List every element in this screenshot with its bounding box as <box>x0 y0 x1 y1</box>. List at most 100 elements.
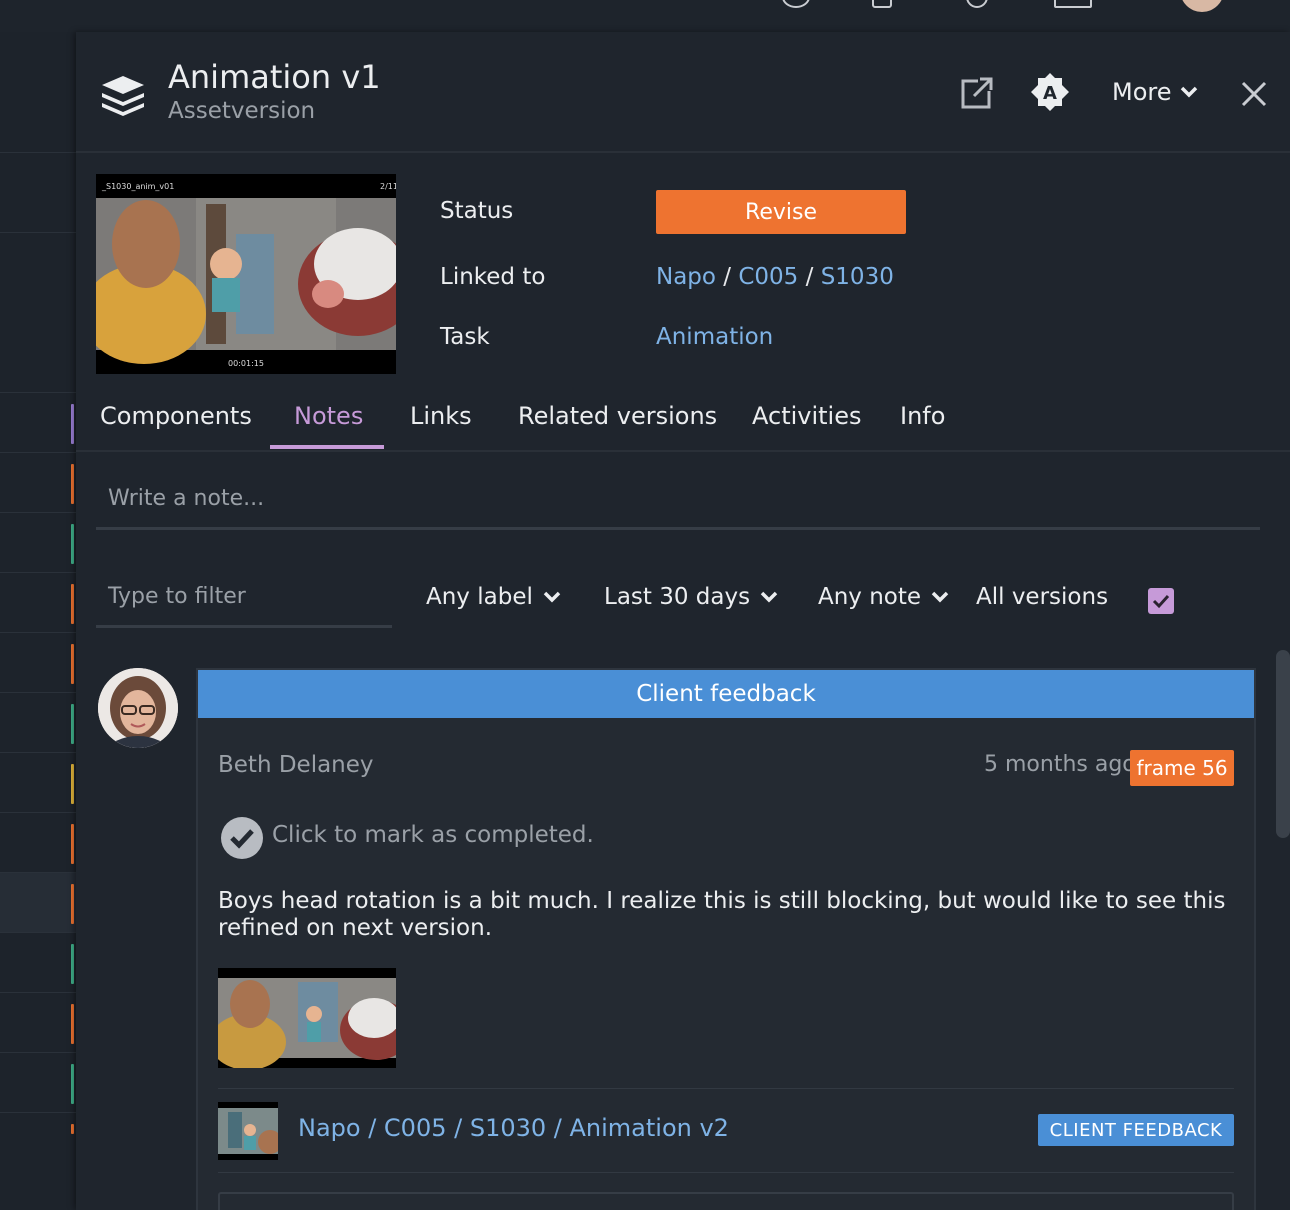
status-button[interactable]: Revise <box>656 190 906 234</box>
tab-activities[interactable]: Activities <box>752 402 862 430</box>
path-separator: / <box>723 264 732 290</box>
frame-badge[interactable]: frame 56 <box>1130 750 1234 786</box>
status-stripe <box>71 404 74 444</box>
scrollbar-thumb[interactable] <box>1276 650 1290 838</box>
divider <box>218 1088 1234 1089</box>
list-row <box>0 152 76 153</box>
path-separator: / <box>805 264 814 290</box>
close-icon[interactable] <box>1240 80 1268 108</box>
check-circle-icon[interactable] <box>220 816 264 860</box>
search-icon[interactable] <box>966 0 988 8</box>
author-avatar <box>98 668 178 748</box>
linked-version-thumbnail[interactable] <box>218 1102 278 1160</box>
open-external-icon[interactable] <box>960 76 994 110</box>
linked-to-path: Napo / C005 / S1030 <box>656 264 894 290</box>
mark-completed-text[interactable]: Click to mark as completed. <box>272 822 594 848</box>
list-row <box>0 512 76 513</box>
date-filter-dropdown[interactable]: Last 30 days <box>604 584 778 610</box>
note-author: Beth Delaney <box>218 752 374 778</box>
note-filter-dropdown[interactable]: Any note <box>818 584 949 610</box>
tab-bar: Components Notes Links Related versions … <box>76 392 1290 452</box>
note-card: Client feedback Beth Delaney 5 months ag… <box>196 668 1256 1210</box>
note-body: Boys head rotation is a bit much. I real… <box>218 888 1226 941</box>
label-filter-dropdown[interactable]: Any label <box>426 584 561 610</box>
note-time: 5 months ago <box>984 752 1136 777</box>
note-category-header: Client feedback <box>198 670 1254 718</box>
all-versions-checkbox[interactable] <box>1148 588 1174 614</box>
page-title: Animation v1 <box>168 58 381 96</box>
status-stripe <box>71 704 74 744</box>
list-row <box>0 932 76 933</box>
status-stripe <box>71 824 74 864</box>
list-row <box>0 232 76 233</box>
linked-to-label: Linked to <box>440 264 546 290</box>
chevron-down-icon <box>760 591 778 603</box>
reply-input[interactable] <box>218 1192 1234 1210</box>
all-versions-label: All versions <box>976 584 1109 610</box>
background-list <box>0 32 76 1210</box>
more-label: More <box>1112 78 1172 106</box>
list-row <box>0 752 76 753</box>
client-feedback-badge: CLIENT FEEDBACK <box>1038 1114 1234 1146</box>
version-thumbnail[interactable]: _S1030_anim_v01 2/11 00:01:15 <box>96 174 396 374</box>
note-attachment-thumbnail[interactable] <box>218 968 396 1068</box>
status-stripe <box>71 1064 74 1104</box>
list-row <box>0 632 76 633</box>
thumbnail-image: _S1030_anim_v01 2/11 00:01:15 <box>96 174 396 374</box>
status-stripe <box>71 764 74 804</box>
list-row <box>0 572 76 573</box>
status-stripe <box>71 1124 74 1134</box>
status-stripe <box>71 584 74 624</box>
layers-icon <box>102 76 144 116</box>
tab-notes[interactable]: Notes <box>294 402 363 430</box>
link-project[interactable]: Napo <box>656 264 716 290</box>
note-filter-value: Any note <box>818 584 922 610</box>
list-row <box>0 992 76 993</box>
svg-text:A: A <box>1043 83 1057 104</box>
chevron-down-icon <box>543 591 561 603</box>
chevron-down-icon <box>1180 86 1197 98</box>
inbox-icon[interactable] <box>1054 0 1092 8</box>
chevron-down-icon <box>931 591 949 603</box>
status-stripe <box>71 524 74 564</box>
date-filter-value: Last 30 days <box>604 584 751 610</box>
link-shot[interactable]: S1030 <box>821 264 894 290</box>
list-row <box>0 692 76 693</box>
tab-links[interactable]: Links <box>410 402 472 430</box>
status-label: Status <box>440 198 514 224</box>
tab-related-versions[interactable]: Related versions <box>518 402 717 430</box>
list-row <box>0 812 76 813</box>
linked-version-path[interactable]: Napo / C005 / S1030 / Animation v2 <box>298 1114 729 1142</box>
checkmark-icon <box>1152 594 1170 609</box>
status-stripe <box>71 644 74 684</box>
active-tab-indicator <box>270 445 384 449</box>
sync-icon[interactable] <box>872 0 892 8</box>
more-menu-button[interactable]: More <box>1112 78 1198 106</box>
avatar-image <box>98 668 178 748</box>
status-stripe <box>71 884 74 924</box>
thumb-overlay-timecode: 00:01:15 <box>228 359 264 368</box>
status-stripe <box>71 944 74 984</box>
top-app-bar <box>0 0 1290 32</box>
user-avatar[interactable] <box>1180 0 1224 12</box>
attachment-image <box>218 968 396 1068</box>
page-subtitle: Assetversion <box>168 98 316 124</box>
auto-icon[interactable]: A <box>1030 72 1070 112</box>
list-row <box>0 1052 76 1053</box>
thumb-overlay-page: 2/11 <box>380 182 396 191</box>
help-icon[interactable] <box>782 0 810 8</box>
list-row <box>0 452 76 453</box>
link-sequence[interactable]: C005 <box>738 264 798 290</box>
asset-version-panel: Animation v1 Assetversion A More _S1030_… <box>76 32 1290 1210</box>
filter-input[interactable]: Type to filter <box>96 574 392 628</box>
label-filter-value: Any label <box>426 584 533 610</box>
status-stripe <box>71 464 74 504</box>
list-row-selected <box>0 872 76 932</box>
tab-components[interactable]: Components <box>100 402 252 430</box>
thumb-overlay-title: _S1030_anim_v01 <box>101 182 174 191</box>
task-label: Task <box>440 324 490 350</box>
task-link[interactable]: Animation <box>656 324 773 350</box>
tab-info[interactable]: Info <box>900 402 945 430</box>
status-stripe <box>71 1004 74 1044</box>
write-note-input[interactable]: Write a note... <box>96 476 1260 530</box>
